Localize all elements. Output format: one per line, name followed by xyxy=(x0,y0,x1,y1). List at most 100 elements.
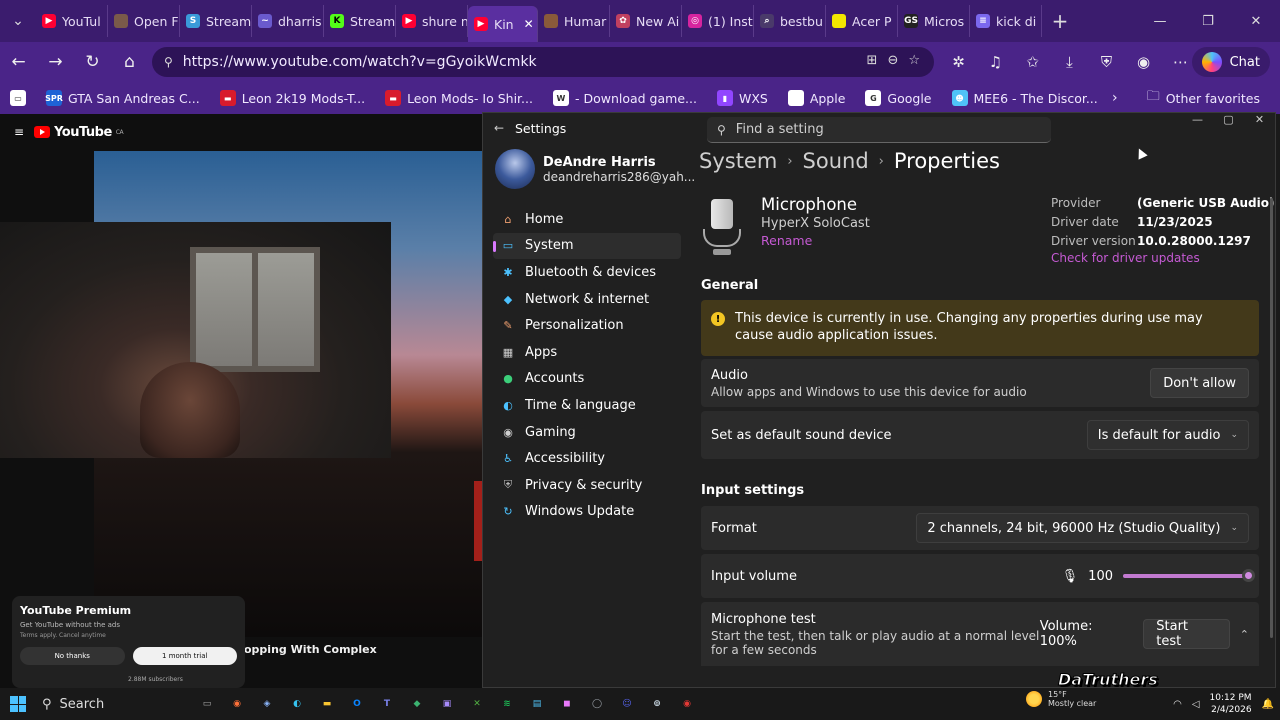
other-favorites[interactable]: 🗀 Other favorites xyxy=(1137,87,1270,109)
browser-tab[interactable]: ▶ YouTul xyxy=(36,5,108,37)
app-green-icon[interactable]: ◆ xyxy=(404,691,430,717)
favorite-item[interactable]: ▭ xyxy=(0,90,36,106)
favorite-item[interactable]: W - Download game... xyxy=(543,90,707,106)
outlook-icon[interactable]: O xyxy=(344,691,370,717)
find-setting-search[interactable]: ⚲ Find a setting xyxy=(707,117,1051,143)
browser-essentials-icon[interactable]: ⛨ xyxy=(1088,53,1125,71)
favorite-item[interactable]: SPR GTA San Andreas C... xyxy=(36,90,210,106)
nav-item-windows-update[interactable]: ↻ Windows Update xyxy=(493,499,681,526)
nav-item-gaming[interactable]: ◉ Gaming xyxy=(493,419,681,446)
start-button[interactable] xyxy=(0,688,36,720)
file-explorer-icon[interactable]: ▬ xyxy=(314,691,340,717)
taskbar-search[interactable]: ⚲ Search xyxy=(36,692,186,716)
discord-icon[interactable]: ☺ xyxy=(614,691,640,717)
photos-icon[interactable]: ▤ xyxy=(524,691,550,717)
task-view-icon[interactable]: ▭ xyxy=(194,691,220,717)
favorites-icon[interactable]: ✩ xyxy=(1014,53,1051,71)
favorite-item[interactable]: G Google xyxy=(855,90,941,106)
xbox-icon[interactable]: ✕ xyxy=(464,691,490,717)
browser-tab[interactable]: ~ dharris xyxy=(252,5,324,37)
nav-item-accounts[interactable]: ● Accounts xyxy=(493,366,681,393)
browser-tab[interactable]: ≡ kick di xyxy=(970,5,1042,37)
no-thanks-button[interactable]: No thanks xyxy=(20,647,125,665)
nav-item-apps[interactable]: ▦ Apps xyxy=(493,339,681,366)
tab-close-icon[interactable]: ✕ xyxy=(524,17,534,31)
site-info-icon[interactable]: ⚲ xyxy=(164,55,173,69)
spotify-icon[interactable]: ≋ xyxy=(494,691,520,717)
weather-widget[interactable]: 15°F Mostly clear xyxy=(1026,690,1096,708)
favorite-item[interactable]: ▮ WXS xyxy=(707,90,778,106)
forward-button[interactable]: → xyxy=(37,42,74,82)
nav-item-time-language[interactable]: ◐ Time & language xyxy=(493,392,681,419)
copilot-chat-button[interactable]: Chat xyxy=(1191,47,1270,77)
edge-icon[interactable]: ◐ xyxy=(284,691,310,717)
input-volume-slider[interactable] xyxy=(1123,569,1255,582)
settings-back-button[interactable]: ← xyxy=(483,121,515,135)
close-button[interactable]: ✕ xyxy=(1232,0,1280,42)
browser-tab[interactable]: ▶ Kin ✕ xyxy=(468,6,538,42)
breadcrumb-system[interactable]: System xyxy=(699,149,777,173)
video-title[interactable]: opping With Complex xyxy=(244,643,377,656)
profile-avatar-icon[interactable]: ◉ xyxy=(1125,53,1162,71)
default-device-dropdown[interactable]: Is default for audio ⌄ xyxy=(1086,420,1249,450)
tab-actions-menu[interactable]: ⌄ xyxy=(0,0,36,42)
favorite-item[interactable]: ▬ Leon Mods- Io Shir... xyxy=(375,90,543,106)
rename-link[interactable]: Rename xyxy=(761,233,870,248)
chevron-right-icon[interactable]: › xyxy=(1112,90,1118,106)
new-tab-button[interactable]: + xyxy=(1042,9,1078,33)
nav-item-system[interactable]: ▭ System xyxy=(493,232,681,260)
app-red-icon[interactable]: ◉ xyxy=(674,691,700,717)
browser-tab[interactable]: ▶ shure n xyxy=(396,5,468,37)
trial-button[interactable]: 1 month trial xyxy=(132,647,237,665)
browser-tab[interactable]: K Stream xyxy=(324,5,396,37)
breadcrumb-sound[interactable]: Sound xyxy=(803,149,869,173)
nav-item-personalization[interactable]: ✎ Personalization xyxy=(493,312,681,339)
start-test-button[interactable]: Start test xyxy=(1143,619,1230,649)
teams-icon[interactable]: T xyxy=(374,691,400,717)
settings-close-button[interactable]: ✕ xyxy=(1244,113,1275,131)
app-purple-icon[interactable]: ▣ xyxy=(434,691,460,717)
favorite-star-icon[interactable]: ☆ xyxy=(908,53,920,68)
check-driver-updates-link[interactable]: Check for driver updates xyxy=(1051,251,1274,265)
favorite-item[interactable]: Apple xyxy=(778,90,856,106)
copilot-app-icon[interactable]: ◈ xyxy=(254,691,280,717)
user-profile[interactable]: DeAndre Harris deandreharris286@yah... xyxy=(495,149,695,189)
format-dropdown[interactable]: 2 channels, 24 bit, 96000 Hz (Studio Qua… xyxy=(916,513,1249,543)
browser-tab[interactable]: Acer P xyxy=(826,5,898,37)
browser-tab[interactable]: Humar xyxy=(538,5,610,37)
chevron-up-icon[interactable]: ⌃ xyxy=(1240,628,1249,641)
app-available-icon[interactable]: ⊞ xyxy=(867,53,878,68)
hamburger-menu-icon[interactable]: ≡ xyxy=(14,125,24,139)
home-button[interactable]: ⌂ xyxy=(111,42,148,82)
nav-item-privacy-security[interactable]: ⛨ Privacy & security xyxy=(493,472,681,499)
media-control-icon[interactable]: ♫ xyxy=(977,53,1014,71)
steam-icon[interactable]: ⊚ xyxy=(644,691,670,717)
browser-tab[interactable]: ⌕ bestbu xyxy=(754,5,826,37)
back-button[interactable]: ← xyxy=(0,42,37,82)
youtube-logo[interactable]: YouTube CA xyxy=(34,125,124,140)
app-gray-icon[interactable]: ◯ xyxy=(584,691,610,717)
dont-allow-button[interactable]: Don't allow xyxy=(1150,368,1249,398)
downloads-icon[interactable]: ⤓ xyxy=(1051,53,1088,71)
app-pink-icon[interactable]: ◼ xyxy=(554,691,580,717)
extensions-icon[interactable]: ✲ xyxy=(940,53,977,71)
clock[interactable]: 10:12 PM 2/4/2026 xyxy=(1210,692,1252,716)
slider-thumb[interactable] xyxy=(1242,569,1255,582)
nav-item-accessibility[interactable]: ♿ Accessibility xyxy=(493,445,681,472)
refresh-button[interactable]: ↻ xyxy=(74,42,111,82)
settings-scrollbar[interactable] xyxy=(1270,198,1273,638)
volume-icon[interactable]: ◁ xyxy=(1192,699,1200,710)
favorite-item[interactable]: ▬ Leon 2k19 Mods-T... xyxy=(210,90,375,106)
minimize-button[interactable]: — xyxy=(1136,0,1184,42)
nav-item-bluetooth-devices[interactable]: ✱ Bluetooth & devices xyxy=(493,259,681,286)
address-bar[interactable]: ⚲ https://www.youtube.com/watch?v=gGyoik… xyxy=(152,47,934,77)
browser-tab[interactable]: S Stream xyxy=(180,5,252,37)
browser-tab[interactable]: ◎ (1) Inst xyxy=(682,5,754,37)
nav-item-home[interactable]: ⌂ Home xyxy=(493,206,681,233)
settings-minimize-button[interactable]: — xyxy=(1182,113,1213,131)
zoom-icon[interactable]: ⊖ xyxy=(887,53,898,68)
notification-bell-icon[interactable]: 🔔 xyxy=(1262,699,1274,710)
restore-button[interactable]: ❐ xyxy=(1184,0,1232,42)
nav-item-network-internet[interactable]: ◆ Network & internet xyxy=(493,286,681,313)
firefox-icon[interactable]: ◉ xyxy=(224,691,250,717)
